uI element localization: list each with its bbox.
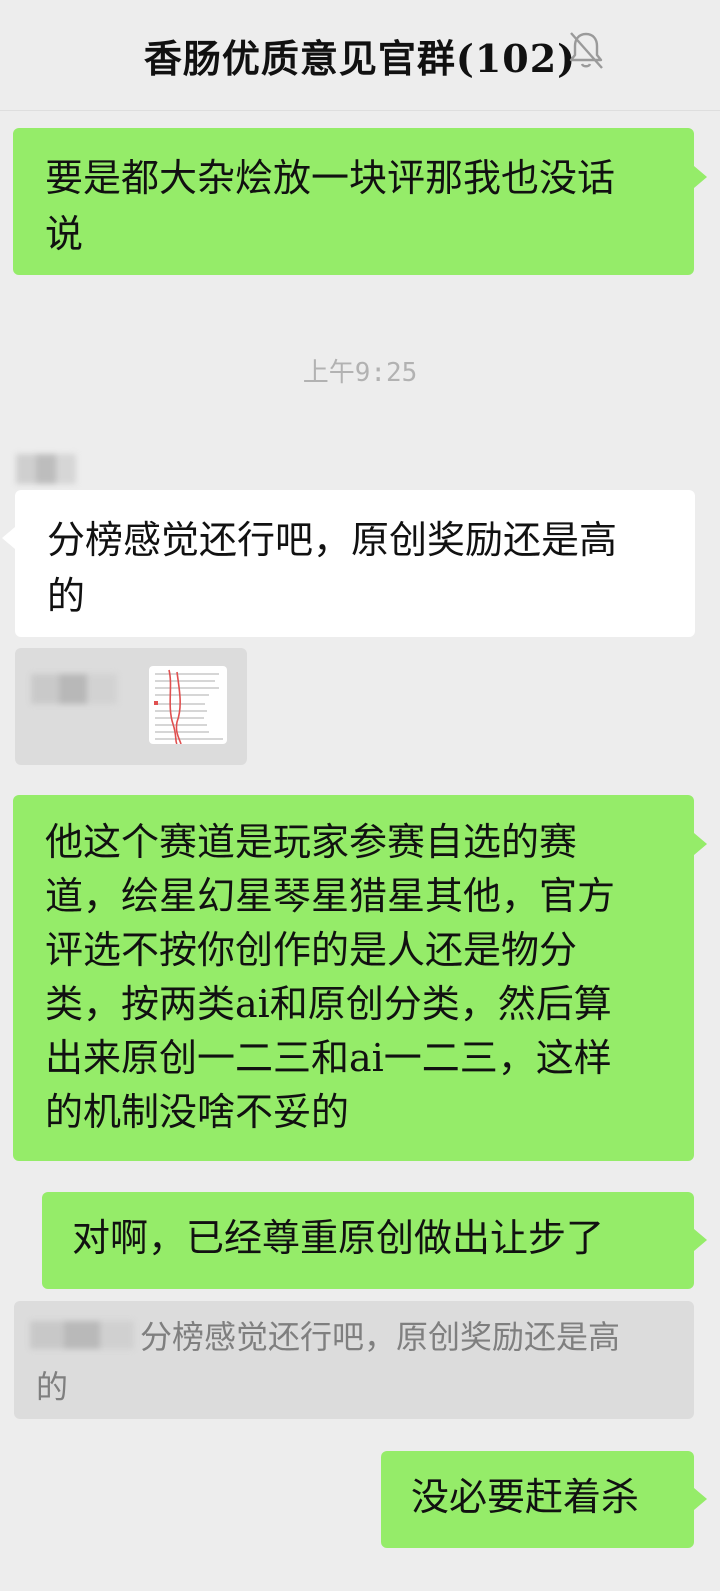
message-text-line: 评选不按你创作的是人还是物分	[45, 928, 578, 972]
quoted-message-card[interactable]: 分榜感觉还行吧，原创奖励还是高 的	[14, 1301, 694, 1419]
document-thumbnail-icon	[154, 669, 223, 744]
quoted-sender-blurred	[30, 1321, 134, 1349]
message-text-line: 要是都大杂烩放一块评那我也没话	[45, 156, 616, 200]
quoted-message-text-line: 分榜感觉还行吧，原创奖励还是高	[140, 1318, 621, 1356]
message-text-line: 的	[47, 574, 86, 618]
quoted-message-text-line: 的	[36, 1368, 69, 1406]
message-bubble-outgoing[interactable]: 要是都大杂烩放一块评那我也没话 说	[13, 128, 694, 275]
message-text-line: 说	[45, 212, 84, 256]
message-text-line: 对啊，已经尊重原创做出让步了	[72, 1216, 605, 1260]
bubble-tail	[694, 833, 707, 855]
bubble-tail	[694, 1488, 707, 1510]
message-bubble-outgoing[interactable]: 没必要赶着杀	[381, 1451, 694, 1548]
chat-header: 香肠优质意见官群(102)	[0, 0, 720, 111]
message-text-line: 他这个赛道是玩家参赛自选的赛	[45, 820, 578, 864]
message-bubble-outgoing[interactable]: 他这个赛道是玩家参赛自选的赛 道，绘星幻星琴星猎星其他，官方 评选不按你创作的是…	[13, 795, 694, 1161]
message-text-line: 出来原创一二三和ai一二三，这样	[45, 1036, 612, 1080]
message-text-line: 类，按两类ai和原创分类，然后算	[45, 982, 612, 1026]
bubble-tail	[694, 166, 707, 188]
message-text-line: 分榜感觉还行吧，原创奖励还是高	[47, 518, 618, 562]
sender-name-blurred	[16, 454, 76, 484]
quoted-image-thumbnail[interactable]	[149, 666, 227, 744]
bubble-tail	[2, 527, 15, 549]
message-bubble-incoming[interactable]: 分榜感觉还行吧，原创奖励还是高 的	[15, 490, 695, 637]
message-timestamp: 上午9:25	[302, 358, 418, 388]
bell-slash-icon	[569, 32, 603, 69]
message-text-line: 的机制没啥不妥的	[45, 1090, 350, 1134]
quoted-sender-blurred	[31, 674, 117, 704]
quoted-image-card[interactable]	[15, 648, 247, 765]
message-text-line: 没必要赶着杀	[411, 1475, 640, 1519]
message-bubble-outgoing[interactable]: 对啊，已经尊重原创做出让步了	[42, 1192, 694, 1289]
bubble-tail	[694, 1229, 707, 1251]
message-text-line: 道，绘星幻星琴星猎星其他，官方	[45, 874, 616, 918]
group-title[interactable]: 香肠优质意见官群(102)	[144, 28, 576, 83]
